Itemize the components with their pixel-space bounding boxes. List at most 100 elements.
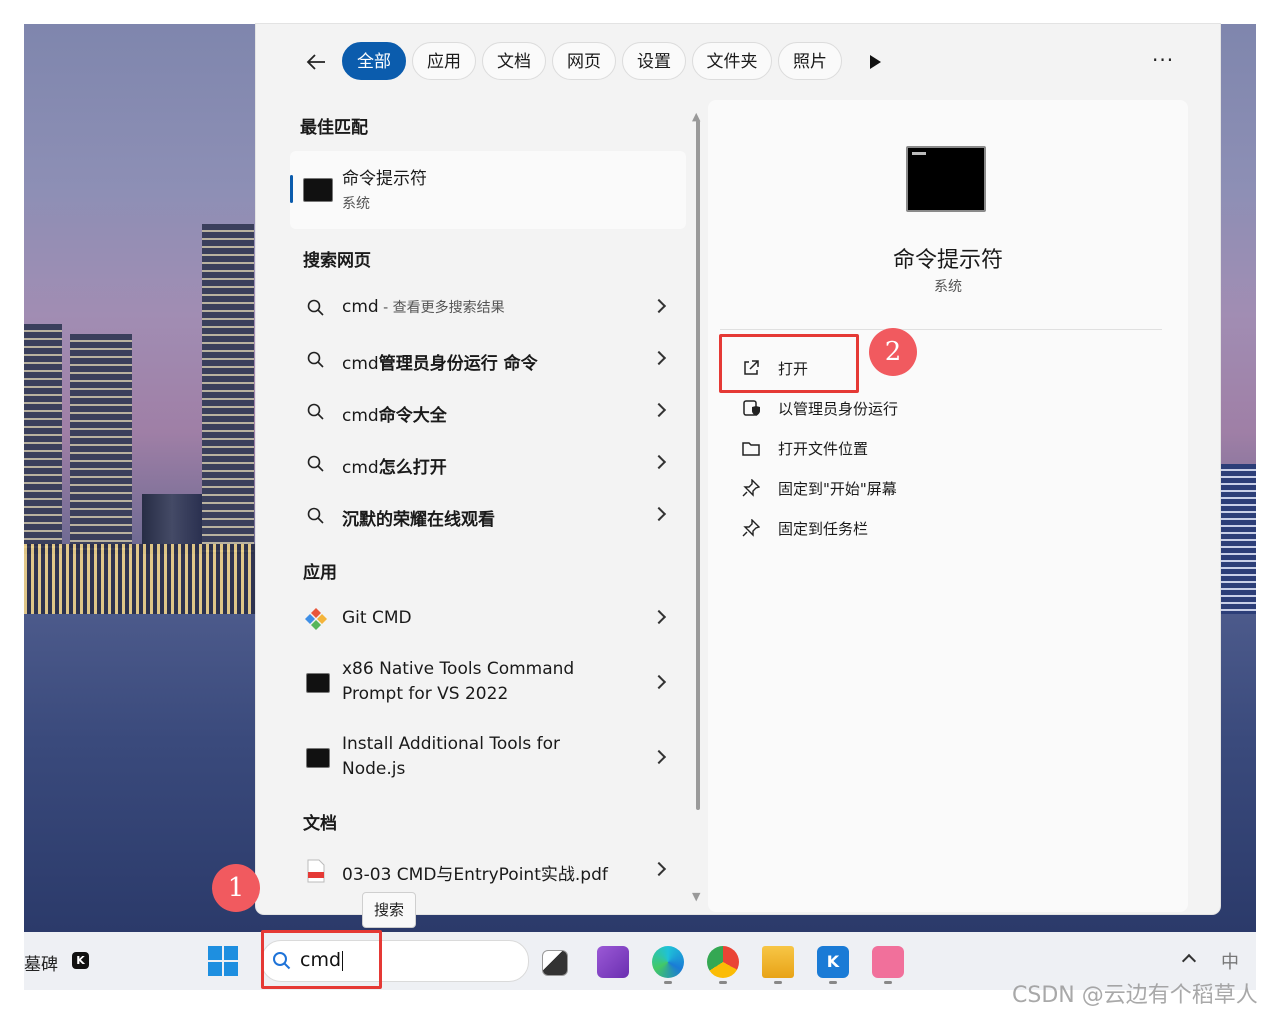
annotation-highlight-open [719, 334, 859, 393]
web-result-label: cmd命令大全 [342, 406, 447, 426]
action-pin-to-start[interactable]: 固定到"开始"屏幕 [742, 473, 1042, 503]
best-match-title: 命令提示符 [342, 169, 427, 189]
wallpaper-building [70, 334, 132, 554]
k-client-icon[interactable]: K [817, 946, 849, 978]
chevron-right-icon [651, 402, 667, 418]
wallpaper-building [202, 224, 254, 554]
annotation-highlight-search [261, 930, 382, 989]
best-match-heading: 最佳匹配 [300, 118, 368, 138]
divider [720, 329, 1162, 330]
chevron-right-icon [651, 350, 667, 366]
command-prompt-icon [303, 178, 333, 202]
show-hidden-icons-chevron-icon[interactable] [1181, 953, 1197, 969]
best-match-subtitle: 系统 [342, 196, 370, 212]
detail-title: 命令提示符 [892, 248, 1003, 273]
file-explorer-icon[interactable] [762, 946, 794, 978]
tab-web[interactable]: 网页 [552, 42, 616, 80]
app-result-row[interactable]: Git CMD [290, 595, 686, 643]
pin-icon [742, 479, 760, 497]
watermark: CSDN @云边有个稻草人 [1012, 983, 1258, 1008]
annotation-badge-2: 2 [869, 328, 917, 376]
action-run-as-admin[interactable]: 以管理员身份运行 [742, 393, 1042, 423]
tab-photos[interactable]: 照片 [778, 42, 842, 80]
search-icon [307, 507, 324, 524]
search-icon [307, 455, 324, 472]
web-result-row[interactable]: cmd命令大全 [290, 388, 686, 436]
web-search-heading: 搜索网页 [303, 251, 371, 271]
web-result-row[interactable]: cmd管理员身份运行 命令 [290, 336, 686, 384]
search-panel: 全部 应用 文档 网页 设置 文件夹 照片 ··· 最佳匹配 命令提示符 系统 … [256, 24, 1220, 914]
web-result-row[interactable]: cmd怎么打开 [290, 440, 686, 488]
wallpaper-shoreline [24, 544, 264, 614]
chevron-right-icon [651, 454, 667, 470]
action-pin-to-taskbar[interactable]: 固定到任务栏 [742, 513, 1042, 543]
detail-pane: 命令提示符 系统 打开 以管理员身份运行 打开文件位置 固定到"开始"屏幕 固定… [708, 100, 1188, 912]
tab-apps[interactable]: 应用 [412, 42, 476, 80]
chevron-right-icon [651, 674, 667, 690]
taskbar-widget-text[interactable]: 墓碑 [24, 950, 58, 975]
search-tooltip: 搜索 [362, 892, 416, 928]
document-result-row[interactable]: 03-03 CMD与EntryPoint实战.pdf [290, 847, 686, 895]
bilibili-icon[interactable] [872, 946, 904, 978]
pin-icon [742, 519, 760, 537]
app-result-label: Git CMD [342, 608, 412, 628]
search-icon [307, 351, 324, 368]
command-prompt-large-icon [906, 146, 986, 212]
annotation-badge-1: 1 [212, 864, 260, 912]
documents-heading: 文档 [303, 814, 337, 834]
running-indicator [719, 981, 727, 984]
web-result-label: cmd - 查看更多搜索结果 [342, 297, 505, 317]
search-icon [307, 403, 324, 420]
app-result-row[interactable]: x86 Native Tools Command Prompt for VS 20… [290, 647, 686, 719]
visual-studio-icon[interactable] [597, 946, 629, 978]
input-method-indicator[interactable]: 中 [1221, 948, 1239, 974]
web-result-label: 沉默的荣耀在线观看 [342, 510, 495, 530]
back-arrow-icon[interactable] [304, 50, 328, 74]
running-indicator [664, 981, 672, 984]
start-windows-icon[interactable] [208, 946, 238, 976]
app-result-label: Install Additional Tools for Node.js [342, 734, 560, 779]
more-options-icon[interactable]: ··· [1152, 48, 1174, 72]
detail-subtitle: 系统 [934, 279, 962, 295]
tab-folders[interactable]: 文件夹 [692, 42, 772, 80]
tab-all[interactable]: 全部 [342, 42, 406, 80]
pdf-icon [307, 859, 325, 883]
edge-browser-icon[interactable] [652, 946, 684, 978]
app-result-row[interactable]: Install Additional Tools for Node.js [290, 722, 686, 794]
action-label: 固定到"开始"屏幕 [778, 480, 897, 498]
action-label: 以管理员身份运行 [778, 400, 899, 418]
chevron-right-icon [651, 749, 667, 765]
web-result-row[interactable]: 沉默的荣耀在线观看 [290, 492, 686, 540]
chevron-right-icon [651, 506, 667, 522]
action-open-file-location[interactable]: 打开文件位置 [742, 433, 1042, 463]
wallpaper-building [1220, 464, 1256, 614]
running-indicator [829, 981, 837, 984]
tab-scroll-right-icon[interactable] [870, 55, 881, 69]
wallpaper-building [24, 324, 62, 554]
web-result-label: cmd管理员身份运行 命令 [342, 354, 538, 374]
running-indicator [774, 981, 782, 984]
document-result-label: 03-03 CMD与EntryPoint实战.pdf [342, 865, 608, 885]
search-icon [307, 299, 324, 316]
action-label: 固定到任务栏 [778, 520, 869, 538]
git-icon [305, 608, 327, 630]
web-result-row[interactable]: cmd - 查看更多搜索结果 [290, 284, 686, 332]
chevron-right-icon [651, 609, 667, 625]
scroll-down-icon[interactable]: ▼ [692, 890, 700, 903]
action-label: 打开文件位置 [778, 440, 869, 458]
web-result-label: cmd怎么打开 [342, 458, 447, 478]
chevron-right-icon [651, 298, 667, 314]
folder-icon [742, 442, 760, 456]
task-view-icon[interactable] [542, 950, 568, 976]
terminal-icon [306, 673, 330, 693]
app-result-label: x86 Native Tools Command Prompt for VS 20… [342, 659, 575, 704]
running-indicator [884, 981, 892, 984]
tab-documents[interactable]: 文档 [482, 42, 546, 80]
results-scrollbar[interactable] [696, 120, 700, 810]
tab-settings[interactable]: 设置 [622, 42, 686, 80]
k-app-icon[interactable]: K [72, 952, 89, 969]
chrome-browser-icon[interactable] [707, 946, 739, 978]
selection-indicator [290, 175, 293, 203]
best-match-item[interactable]: 命令提示符 系统 [290, 151, 686, 229]
terminal-icon [306, 748, 330, 768]
